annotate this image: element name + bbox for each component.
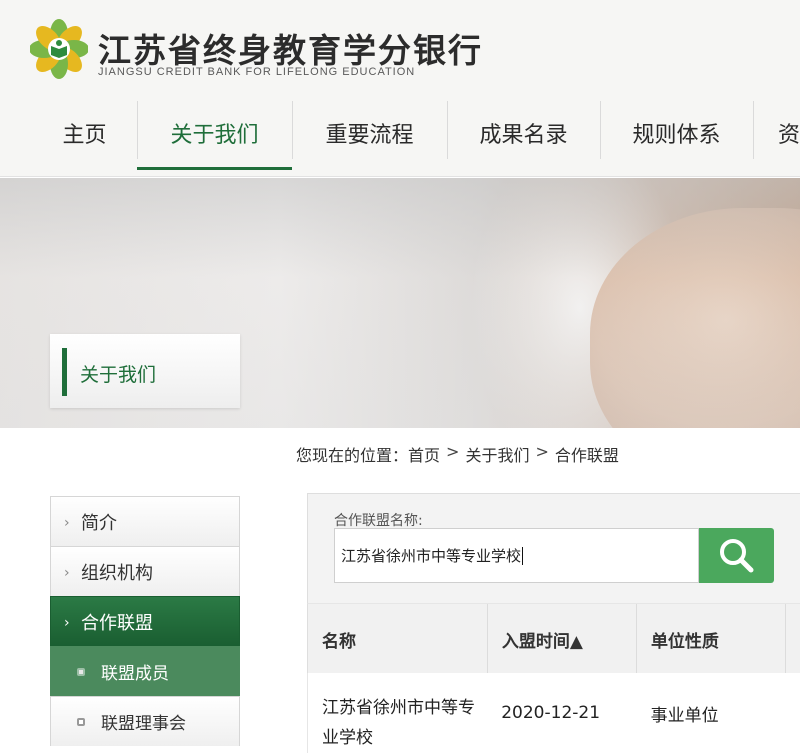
nav-item-about[interactable]: 关于我们 [137, 95, 292, 170]
cell-unit-type: 事业单位 [650, 705, 719, 726]
cell-extra [786, 673, 800, 753]
breadcrumb-prefix: 您现在的位置： [296, 446, 409, 465]
sidebar-item-alliance[interactable]: › 合作联盟 [50, 596, 240, 646]
column-header-join-date[interactable]: 入盟时间▲ [486, 604, 636, 674]
sidebar-item-organization[interactable]: › 组织机构 [50, 546, 240, 596]
nav-item-label: 关于我们 [170, 122, 259, 148]
nav-item-label: 规则体系 [632, 122, 721, 148]
column-header-unit-type[interactable]: 单位性质 [635, 604, 785, 674]
cell-name[interactable]: 江苏省徐州市中等专业学校 [308, 673, 487, 753]
text-caret [522, 546, 524, 565]
bullet-icon [77, 668, 85, 676]
chevron-right-icon: › [64, 615, 70, 631]
section-title-bar [62, 348, 67, 396]
breadcrumb-separator: > [446, 442, 460, 461]
breadcrumb: 您现在的位置： 首页 > 关于我们 > 合作联盟 [296, 442, 619, 466]
search-icon [719, 538, 753, 572]
section-title-box: 关于我们 [50, 334, 240, 408]
nav-item-label: 主页 [62, 122, 107, 148]
column-header-name[interactable]: 名称 [308, 604, 487, 674]
sidebar-item-label: 合作联盟 [81, 612, 153, 634]
table-header: 名称 入盟时间▲ 单位性质 [307, 603, 800, 674]
main-nav: 主页 关于我们 重要流程 成果名录 规则体系 资 [32, 95, 800, 170]
search-input-value: 江苏省徐州市中等专业学校 [341, 547, 522, 565]
sidebar-subitem-label: 联盟成员 [101, 664, 169, 684]
sidebar-item-intro[interactable]: › 简介 [50, 496, 240, 546]
nav-item-label: 成果名录 [479, 122, 568, 148]
breadcrumb-home[interactable]: 首页 [408, 442, 440, 466]
site-subtitle: JIANGSU CREDIT BANK FOR LIFELONG EDUCATI… [98, 66, 416, 78]
sidebar-subitem-members[interactable]: 联盟成员 [50, 646, 240, 696]
breadcrumb-separator: > [535, 442, 549, 461]
table-row[interactable]: 江苏省徐州市中等专业学校 2020-12-21 事业单位 [307, 673, 800, 753]
logo-icon[interactable] [30, 18, 88, 80]
cell-join-date: 2020-12-21 [501, 703, 601, 723]
sidebar-subitem-council[interactable]: 联盟理事会 [50, 696, 240, 746]
chevron-right-icon: › [64, 515, 70, 531]
breadcrumb-about[interactable]: 关于我们 [465, 442, 529, 466]
sidebar-item-label: 组织机构 [81, 562, 153, 584]
nav-item-rules[interactable]: 规则体系 [600, 95, 753, 170]
search-label: 合作联盟名称: [334, 513, 423, 529]
search-panel: 合作联盟名称: 江苏省徐州市中等专业学校 [307, 493, 800, 603]
chevron-right-icon: › [64, 565, 70, 581]
site-title[interactable]: 江苏省终身教育学分银行 [98, 24, 483, 72]
search-button[interactable] [699, 528, 774, 583]
breadcrumb-current: 合作联盟 [554, 446, 619, 465]
nav-item-process[interactable]: 重要流程 [292, 95, 447, 170]
sidebar-item-label: 简介 [81, 512, 117, 534]
nav-item-resources[interactable]: 资 [753, 95, 800, 170]
section-title: 关于我们 [80, 364, 157, 386]
column-header-extra[interactable] [785, 604, 800, 674]
nav-item-label: 资 [777, 122, 800, 148]
sidebar-subitem-label: 联盟理事会 [101, 714, 186, 734]
sidebar: › 简介 › 组织机构 › 合作联盟 联盟成员 联盟理事会 [50, 496, 240, 746]
nav-item-results[interactable]: 成果名录 [447, 95, 600, 170]
bullet-icon [77, 718, 85, 726]
search-input[interactable]: 江苏省徐州市中等专业学校 [334, 528, 699, 583]
nav-item-home[interactable]: 主页 [32, 95, 137, 170]
nav-item-label: 重要流程 [325, 122, 414, 148]
site-header: 江苏省终身教育学分银行 JIANGSU CREDIT BANK FOR LIFE… [0, 0, 800, 177]
